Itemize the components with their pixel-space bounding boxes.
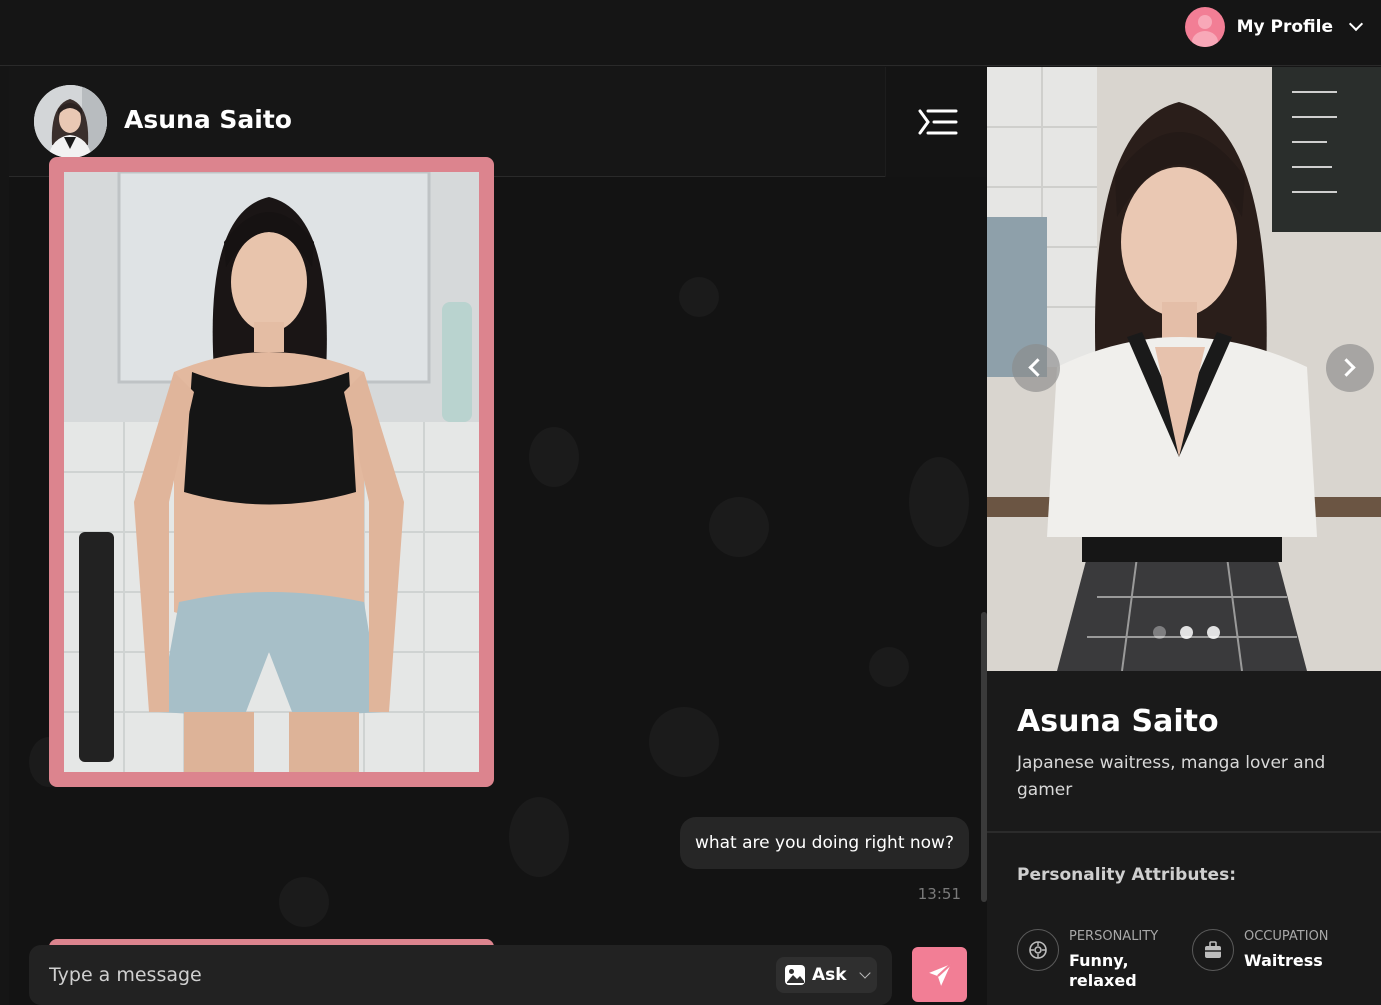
attribute-value: Funny, relaxed [1069,951,1137,990]
attribute-value: Waitress [1244,951,1323,970]
carousel-dot[interactable] [1180,626,1193,639]
chevron-left-icon [1028,358,1047,377]
profile-description: Japanese waitress, manga lover and gamer [1017,753,1326,800]
personality-icon [1017,929,1059,971]
chevron-right-icon [1337,358,1356,377]
carousel-prev-button[interactable] [1012,344,1060,392]
attribute-label: PERSONALITY [1069,929,1159,944]
send-button[interactable] [912,947,967,1002]
ask-dropdown-button[interactable]: Ask [776,957,877,993]
user-message-bubble: what are you doing right now? [679,817,969,869]
character-profile-panel: Asuna Saito Japanese waitress, manga lov… [987,67,1381,1005]
message-timestamp: 13:51 [917,885,961,903]
menu-toggle-button[interactable] [885,67,987,177]
user-avatar-icon [1184,7,1225,47]
briefcase-icon [1192,929,1234,971]
photo-carousel [987,67,1381,671]
my-profile-label: My Profile [1236,17,1333,37]
send-icon [928,962,952,986]
attribute-label: OCCUPATION [1244,929,1329,944]
image-message[interactable] [49,157,494,787]
carousel-dots [1153,626,1220,639]
chat-messages: what are you doing right now? 13:51 [9,157,987,1005]
carousel-dot[interactable] [1153,626,1166,639]
image-icon [785,965,805,985]
message-input[interactable] [49,958,749,992]
ask-label: Ask [812,965,847,985]
message-photo [64,172,479,772]
menu-collapse-icon [918,109,958,135]
character-avatar[interactable] [34,85,107,158]
message-composer: Ask [29,945,892,1005]
top-bar: My Profile [0,0,1381,66]
carousel-next-button[interactable] [1326,344,1374,392]
attributes-title: Personality Attributes: [1017,865,1236,885]
divider [987,831,1381,833]
chevron-down-icon [858,967,871,979]
chat-title: Asuna Saito [124,105,292,134]
my-profile-menu[interactable]: My Profile [1184,7,1364,47]
chat-panel: Asuna Saito what are you doing right now… [9,67,987,1005]
carousel-dot[interactable] [1207,626,1220,639]
chevron-down-icon [1348,16,1364,32]
profile-name: Asuna Saito [1017,704,1219,739]
